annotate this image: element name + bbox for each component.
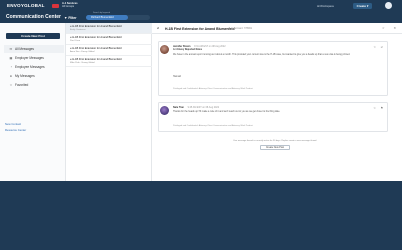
- create-button[interactable]: Create ▾: [353, 3, 372, 9]
- message-footer: Privileged and Confidential: Attorney-Cl…: [173, 125, 253, 127]
- sidebar: Create New Post ✉ All Messages ▦ Employer …: [0, 23, 66, 181]
- inbox-icon: ✉: [9, 47, 13, 51]
- message-footer: Privileged and Confidential: Attorney-Cl…: [173, 88, 253, 90]
- message-list: ⌀ H-1B First Extension for Anand Blumenf…: [66, 23, 152, 181]
- avatar: [160, 45, 169, 54]
- paperclip-icon: ⌀: [157, 26, 160, 30]
- thread-end-note: Your message thread is currently active …: [233, 140, 317, 142]
- message-actions: ☆ ↩: [369, 45, 383, 49]
- list-item[interactable]: ⌀ H-1B First Extension for Anand Blumenf…: [66, 45, 152, 56]
- list-item[interactable]: ⌀ H-1B First Extension for Anand Blumenf…: [66, 56, 152, 67]
- sidebar-item-employer-messages[interactable]: ▦ Employer Messages: [4, 54, 64, 62]
- avatar: [160, 106, 169, 115]
- star-icon[interactable]: ☆: [382, 26, 385, 30]
- thread-panel: ⌀ H-1B First Extension for Anand Blumenf…: [152, 23, 402, 181]
- list-item-subtitle: Mike Park - Envoy Global: [70, 61, 95, 64]
- user-avatar[interactable]: [385, 2, 392, 9]
- thread-header: ⌀ H-1B First Extension for Anand Blumenf…: [152, 23, 402, 34]
- company-selector[interactable]: A-1 Services All Groups: [62, 2, 78, 8]
- person-icon: ●: [10, 74, 12, 78]
- building-icon: ▦: [9, 56, 13, 60]
- message-to: A-1 Envoy Reported Notes: [173, 48, 202, 51]
- flag-icon: [52, 4, 59, 8]
- list-item[interactable]: ⌀ H-1B First Extension for Anand Blumenf…: [66, 34, 152, 45]
- star-icon: ☆: [9, 83, 13, 87]
- thread-actions: ☆ ✕: [374, 26, 396, 30]
- page-title: Communication Center: [6, 14, 62, 20]
- message-signoff: Hannah: [173, 76, 182, 78]
- create-new-post-button-bottom[interactable]: Create New Post: [260, 145, 290, 150]
- list-item-title: ⌀ H-1B First Extension for Anand Blumenf…: [70, 57, 122, 61]
- search-chip[interactable]: Richard Blumenfeld: [86, 15, 128, 20]
- grid-icon: ⊞: [317, 4, 320, 8]
- main-panel: Create New Post ✉ All Messages ▦ Employer …: [0, 23, 402, 181]
- envoy-logo[interactable]: ENVOYGLOBAL: [7, 3, 45, 8]
- star-icon[interactable]: ☆: [373, 106, 376, 110]
- sidebar-item-my-messages[interactable]: ● My Messages: [4, 72, 64, 80]
- star-icon[interactable]: ☆: [373, 45, 376, 49]
- top-bar: ENVOYGLOBAL A-1 Services All Groups ⊞ Wo…: [0, 0, 402, 15]
- people-icon: ◔: [10, 65, 12, 69]
- list-item-subtitle: Anne Kim - Envoy Global: [70, 50, 95, 53]
- group-name: All Groups: [62, 5, 75, 9]
- message-body: We have in the annual report running as …: [173, 54, 351, 56]
- filter-button[interactable]: ▼ Filter: [64, 16, 77, 20]
- sidebar-item-employee-messages[interactable]: ◔ Employee Messages: [4, 63, 64, 71]
- list-item[interactable]: ⌀ H-1B First Extension for Anand Blumenf…: [66, 23, 152, 34]
- list-item-title: ⌀ H-1B First Extension for Anand Blumenf…: [70, 35, 122, 39]
- message-author: Nate Tran: [173, 106, 184, 109]
- filter-icon: ▼: [64, 16, 68, 20]
- message-body: Thanks for the heads up! I'll make a not…: [173, 111, 281, 113]
- list-item-subtitle: Emily Contreras: [70, 28, 86, 31]
- message-header: Nate Tran 9:45 AM EST on 08 Aug 2022: [173, 106, 219, 109]
- sidebar-item-favorited[interactable]: ☆ Favorited: [4, 81, 64, 89]
- thread-title: H-1B First Extension for Anand Blumenfel…: [165, 26, 235, 31]
- message-card: Nate Tran 9:45 AM EST on 08 Aug 2022 Tha…: [158, 102, 388, 132]
- list-item-subtitle: Paul Case: [70, 39, 81, 42]
- workspace-link[interactable]: ⊞ Workspace: [317, 4, 334, 8]
- new-contact-link[interactable]: New Contact: [5, 122, 21, 126]
- create-new-post-button[interactable]: Create New Post: [6, 33, 60, 39]
- message-meta: 9:45 AM EST on 08 Aug 2022: [187, 106, 220, 109]
- resource-center-link[interactable]: Resource Center: [5, 128, 26, 132]
- list-item-title: ⌀ H-1B First Extension for Anand Blumenf…: [70, 46, 122, 50]
- close-icon[interactable]: ✕: [394, 26, 397, 30]
- message-actions: ☆ ⚑: [369, 106, 383, 110]
- thread-account-id: Account: 778031: [234, 27, 252, 30]
- list-item-title: ⌀ H-1B First Extension for Anand Blumenf…: [70, 24, 122, 28]
- reply-icon[interactable]: ↩: [381, 45, 383, 49]
- flag-icon[interactable]: ⚑: [380, 106, 383, 110]
- sidebar-item-all-messages[interactable]: ✉ All Messages: [4, 45, 64, 53]
- message-card: Jennifer Brown 9:31 AM EST on 08 Aug 202…: [158, 41, 388, 96]
- search-chip-label: Richard Blumenfeld: [91, 16, 114, 19]
- search-hint: Search by keyword: [93, 12, 111, 14]
